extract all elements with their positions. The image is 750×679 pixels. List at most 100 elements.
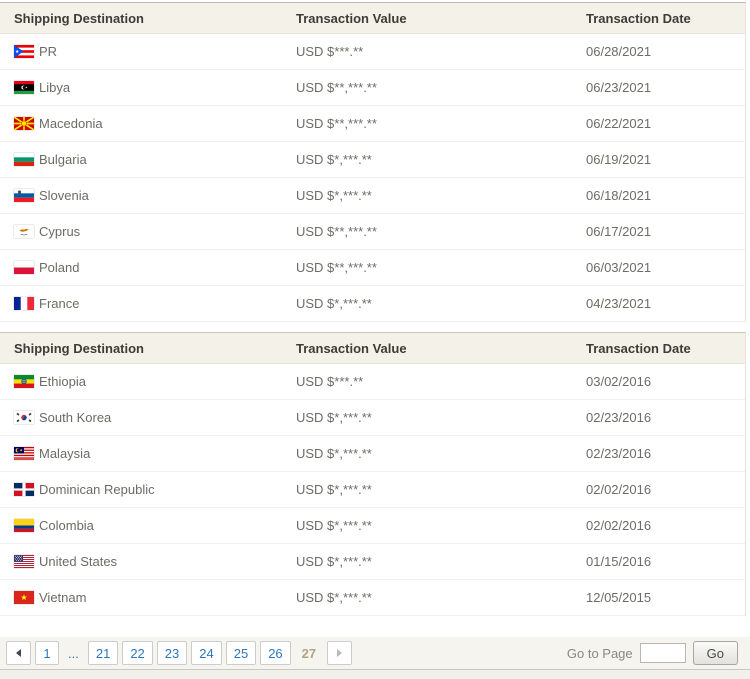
transaction-date: 02/23/2016 xyxy=(586,410,652,425)
table-row: Poland USD $**,***.** 06/03/2021 xyxy=(0,250,745,286)
transaction-value: USD $*,***.** xyxy=(296,482,372,497)
transaction-date: 03/02/2016 xyxy=(586,374,652,389)
country-name: United States xyxy=(39,554,118,569)
page-button-23[interactable]: 23 xyxy=(156,641,188,665)
country-name: Libya xyxy=(39,80,71,95)
transaction-value: USD $*,***.** xyxy=(296,590,372,605)
transaction-value: USD $*,***.** xyxy=(296,410,372,425)
table-row: Malaysia USD $*,***.** 02/23/2016 xyxy=(0,436,745,472)
page-button-21[interactable]: 21 xyxy=(87,641,119,665)
go-button[interactable]: Go xyxy=(692,641,738,665)
transactions-table-recent: Shipping Destination Transaction Value T… xyxy=(0,2,746,322)
page-button-24[interactable]: 24 xyxy=(191,641,222,665)
goto-page-input[interactable] xyxy=(639,643,686,663)
country-flag-icon xyxy=(14,297,34,310)
transaction-value: USD $*,***.** xyxy=(296,188,372,203)
table-header-row: Shipping Destination Transaction Value T… xyxy=(0,3,745,34)
country-flag-icon xyxy=(14,375,34,388)
country-name: Ethiopia xyxy=(39,374,86,389)
transaction-value: USD $*,***.** xyxy=(296,296,372,311)
transaction-date: 02/02/2016 xyxy=(586,482,652,497)
pagination-bar: 1 ... 21 22 23 24 25 26 27 Go to Page Go xyxy=(0,637,750,670)
country-flag-icon xyxy=(14,225,34,238)
transaction-value: USD $**,***.** xyxy=(296,260,377,275)
shipping-destination-cell: United States xyxy=(0,554,296,569)
bottom-strip xyxy=(0,670,750,679)
right-triangle-icon xyxy=(337,649,343,657)
column-header-transaction-date: Transaction Date xyxy=(586,10,691,26)
shipping-destination-cell: Macedonia xyxy=(0,116,296,131)
transaction-value: USD $*,***.** xyxy=(296,554,372,569)
next-page-button[interactable] xyxy=(327,641,353,665)
table-row: Bulgaria USD $*,***.** 06/19/2021 xyxy=(0,142,745,178)
country-flag-icon xyxy=(14,519,34,532)
shipping-destination-cell: Libya xyxy=(0,80,296,95)
transaction-date: 02/23/2016 xyxy=(586,446,652,461)
transactions-table-older: Shipping Destination Transaction Value T… xyxy=(0,332,746,616)
transaction-date: 06/17/2021 xyxy=(586,224,652,239)
country-flag-icon xyxy=(14,555,34,568)
table-row: Slovenia USD $*,***.** 06/18/2021 xyxy=(0,178,745,214)
transaction-date: 02/02/2016 xyxy=(586,518,652,533)
transactions-page: Shipping Destination Transaction Value T… xyxy=(0,2,750,679)
table-row: Colombia USD $*,***.** 02/02/2016 xyxy=(0,508,745,544)
column-header-transaction-date: Transaction Date xyxy=(586,340,691,356)
transaction-value: USD $**,***.** xyxy=(296,224,377,239)
country-name: Poland xyxy=(39,260,80,275)
goto-page-group: Go to Page Go xyxy=(567,641,738,665)
table-row: Cyprus USD $**,***.** 06/17/2021 xyxy=(0,214,745,250)
transaction-date: 06/03/2021 xyxy=(586,260,652,275)
prev-page-button[interactable] xyxy=(6,641,31,665)
goto-page-label: Go to Page xyxy=(566,645,633,661)
table-row: Vietnam USD $*,***.** 12/05/2015 xyxy=(0,580,745,616)
table-row: South Korea USD $*,***.** 02/23/2016 xyxy=(0,400,745,436)
country-name: Bulgaria xyxy=(39,152,87,167)
table-body: PR USD $***.** 06/28/2021 Libya USD $**,… xyxy=(0,34,745,322)
country-flag-icon xyxy=(14,591,34,604)
country-name: Macedonia xyxy=(39,116,103,131)
transaction-date: 01/15/2016 xyxy=(586,554,652,569)
shipping-destination-cell: Slovenia xyxy=(0,188,296,203)
table-row: PR USD $***.** 06/28/2021 xyxy=(0,34,745,70)
transaction-value: USD $*,***.** xyxy=(296,446,372,461)
pagination-ellipsis: ... xyxy=(68,645,79,661)
table-row: Libya USD $**,***.** 06/23/2021 xyxy=(0,70,745,106)
shipping-destination-cell: Malaysia xyxy=(0,446,296,461)
page-button-25[interactable]: 25 xyxy=(225,641,257,665)
country-flag-icon xyxy=(14,261,34,274)
country-flag-icon xyxy=(14,81,34,94)
country-flag-icon xyxy=(14,411,34,424)
country-name: Dominican Republic xyxy=(39,482,155,497)
transaction-date: 06/19/2021 xyxy=(586,152,652,167)
table-row: France USD $*,***.** 04/23/2021 xyxy=(0,286,745,322)
page-button-26[interactable]: 26 xyxy=(260,641,291,665)
country-name: France xyxy=(39,296,80,311)
shipping-destination-cell: Bulgaria xyxy=(0,152,296,167)
transaction-date: 06/28/2021 xyxy=(586,44,652,59)
country-name: Vietnam xyxy=(39,590,87,605)
country-name: South Korea xyxy=(39,410,112,425)
page-button-1[interactable]: 1 xyxy=(35,641,59,665)
country-flag-icon xyxy=(14,45,34,58)
table-row: Macedonia USD $**,***.** 06/22/2021 xyxy=(0,106,745,142)
table-row: Ethiopia USD $***.** 03/02/2016 xyxy=(0,364,745,400)
country-name: Slovenia xyxy=(39,188,89,203)
transaction-value: USD $**,***.** xyxy=(296,80,377,95)
transaction-date: 04/23/2021 xyxy=(586,296,652,311)
table-row: United States USD $*,***.** 01/15/2016 xyxy=(0,544,745,580)
shipping-destination-cell: Poland xyxy=(0,260,296,275)
shipping-destination-cell: Cyprus xyxy=(0,224,296,239)
country-name: PR xyxy=(39,44,58,59)
transaction-value: USD $*,***.** xyxy=(296,152,372,167)
country-name: Colombia xyxy=(39,518,94,533)
country-flag-icon xyxy=(14,483,34,496)
page-button-22[interactable]: 22 xyxy=(122,641,153,665)
shipping-destination-cell: France xyxy=(0,296,296,311)
country-name: Malaysia xyxy=(39,446,91,461)
transaction-value: USD $***.** xyxy=(296,44,364,59)
country-flag-icon xyxy=(14,153,34,166)
country-name: Cyprus xyxy=(39,224,81,239)
country-flag-icon xyxy=(14,189,34,202)
country-flag-icon xyxy=(14,447,34,460)
table-header-row: Shipping Destination Transaction Value T… xyxy=(0,333,745,364)
